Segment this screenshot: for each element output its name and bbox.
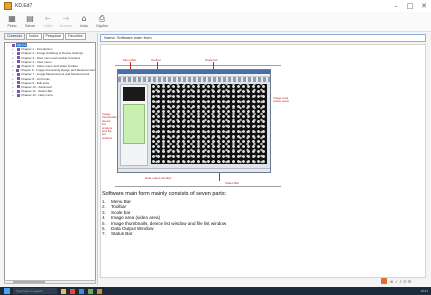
tab-index[interactable]: Índice xyxy=(26,33,42,40)
app-icon-blue[interactable] xyxy=(79,288,84,294)
expand-toggle-icon[interactable]: − xyxy=(7,43,10,47)
toolbar-button-print[interactable]: ⎙ Opções xyxy=(94,12,110,32)
book-icon xyxy=(17,60,20,64)
maximize-button[interactable]: □ xyxy=(403,0,417,12)
app-icon-green[interactable] xyxy=(88,288,93,294)
screenshot-device-list xyxy=(123,104,145,144)
toolbar-button-grid[interactable]: ▦ Pinho xyxy=(4,12,20,32)
callout-scale-bar: Scale bar xyxy=(205,58,218,62)
list-number: 7. xyxy=(102,231,106,237)
tab-favorites[interactable]: Favoritos xyxy=(65,33,86,40)
book-icon xyxy=(17,77,20,81)
book-icon xyxy=(17,81,20,85)
kd-app-icon[interactable] xyxy=(97,288,102,294)
book-icon xyxy=(17,64,20,68)
screenshot-thumbnail xyxy=(123,87,145,101)
screenshot-thumbnail-panel xyxy=(120,84,148,166)
toolbar-button-list[interactable]: ▤ Salvar xyxy=(22,12,38,32)
book-icon xyxy=(17,93,20,97)
callout-line xyxy=(219,173,220,181)
parts-list-item: 7. Status Bar xyxy=(102,231,226,236)
screenshot-toolbar xyxy=(118,77,270,82)
tab-contents[interactable]: Conteúdo xyxy=(4,33,26,40)
status-tray-icons: ⊕ ✓ ♪ ☷ ⚙ xyxy=(390,279,412,284)
parts-list: 1. Menu Bar 2. Toolbar 3. Scale bar 4. Image ar… xyxy=(102,199,226,237)
bottom-divider xyxy=(115,186,281,187)
book-icon xyxy=(17,56,20,60)
tree-item[interactable]: + Chapter 12 - Help menu xyxy=(5,93,95,97)
screenshot-image-area xyxy=(151,84,267,164)
toolbar-button-label: Voltar xyxy=(43,24,53,28)
top-divider xyxy=(115,65,281,66)
taskbar-search-box[interactable]: Type here to search xyxy=(13,288,57,294)
description-intro: Software main form mainly consists of se… xyxy=(102,191,227,197)
orange-status-icon[interactable] xyxy=(381,278,387,284)
taskbar: Type here to search 10:21 xyxy=(0,287,431,295)
toolbar: ▦ Pinho ▤ Salvar ← Voltar → Avançar ⌂ Início ⎙ Opçõ… xyxy=(0,12,431,32)
tree-item-label: Chapter 12 - Help menu xyxy=(21,93,54,98)
toolbar-button-label: Salvar xyxy=(25,24,35,28)
app-icon xyxy=(4,2,12,10)
book-icon xyxy=(17,89,20,93)
tab-search[interactable]: Pesquisar xyxy=(42,33,65,40)
tree-item[interactable]: + Chapter 7 - Image Measurement and Measu… xyxy=(5,72,95,76)
tree-horizontal-scrollbar[interactable] xyxy=(4,280,96,284)
toolbar-button-label: Avançar xyxy=(59,24,73,28)
taskbar-clock[interactable]: 10:21 xyxy=(420,288,428,294)
print-icon: ⎙ xyxy=(98,14,106,23)
pane-splitter[interactable] xyxy=(97,33,98,285)
nav-tabs: Conteúdo Índice Pesquisar Favoritos xyxy=(4,33,87,40)
expand-toggle-icon[interactable]: + xyxy=(12,93,15,97)
toolbar-button-back[interactable]: ← Voltar xyxy=(40,12,56,32)
book-icon xyxy=(12,43,15,47)
list-text: Status Bar xyxy=(111,231,133,237)
home-icon: ⌂ xyxy=(81,14,87,23)
callout-image-area: Image area (video area) xyxy=(273,96,290,104)
back-icon: ← xyxy=(44,14,52,23)
forward-icon: → xyxy=(62,14,70,23)
book-icon xyxy=(17,72,20,76)
scrollbar-thumb[interactable] xyxy=(13,281,45,283)
main-form-screenshot xyxy=(117,69,271,173)
topic-address-bar: Name: Software main form xyxy=(100,34,426,42)
toolbar-button-label: Opções xyxy=(95,24,109,28)
windows-start-icon[interactable] xyxy=(4,288,10,294)
book-icon xyxy=(16,68,20,72)
callout-data-output: Data output window xyxy=(145,176,172,180)
title-bar: KD.Ed7 – □ ✕ xyxy=(0,0,431,12)
minimize-button[interactable]: – xyxy=(389,0,403,12)
toolbar-button-label: Início xyxy=(79,24,89,28)
list-icon: ▤ xyxy=(26,14,34,23)
file-explorer-icon[interactable] xyxy=(61,288,66,294)
close-button[interactable]: ✕ xyxy=(417,0,431,12)
book-icon xyxy=(17,85,20,89)
toolbar-button-forward[interactable]: → Avançar xyxy=(58,12,74,32)
help-content-pane: Menu Bar Toolbar Scale bar Image thumbna… xyxy=(100,44,426,278)
help-window: KD.Ed7 – □ ✕ ▦ Pinho ▤ Salvar ← Voltar → Avança… xyxy=(0,0,431,295)
window-title: KD.Ed7 xyxy=(15,3,33,9)
callout-toolbar: Toolbar xyxy=(151,58,161,62)
book-icon xyxy=(17,51,20,55)
grid-icon: ▦ xyxy=(8,14,16,23)
toolbar-button-home[interactable]: ⌂ Início xyxy=(76,12,92,32)
callout-thumbnails: Image thumbnails, device list window and… xyxy=(102,112,118,140)
book-icon xyxy=(17,47,20,51)
screenshot-status-bar xyxy=(118,168,270,172)
browser-icon[interactable] xyxy=(70,288,75,294)
contents-tree: − KD-7.0 + Chapter 1 - Introduction + Chapter… xyxy=(4,42,96,284)
callout-status-bar: Status Bar xyxy=(225,181,240,185)
toolbar-button-label: Pinho xyxy=(7,24,17,28)
